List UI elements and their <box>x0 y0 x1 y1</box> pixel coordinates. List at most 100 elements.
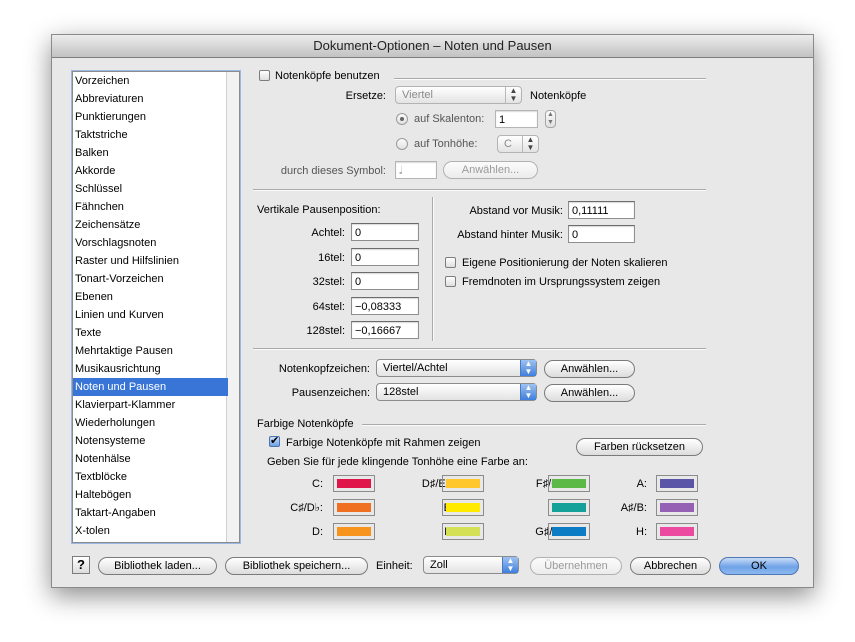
sidebar-item[interactable]: Akkorde <box>73 162 228 180</box>
sidebar-item[interactable]: Balken <box>73 144 228 162</box>
sidebar-item[interactable]: Tonart-Vorzeichen <box>73 270 228 288</box>
own-position-label: Eigene Positionierung der Noten skaliere… <box>462 257 668 269</box>
color-swatch-fill <box>337 503 371 512</box>
rest-row-field[interactable]: −0,08333 <box>351 296 419 315</box>
space-after-field[interactable]: 0 <box>568 225 635 243</box>
sidebar-item[interactable]: Mehrtaktige Pausen <box>73 342 228 360</box>
notehead-choose-button[interactable]: Anwählen... <box>544 360 635 378</box>
use-noteheads-label: Notenköpfe benutzen <box>275 70 380 82</box>
radio-dot-icon <box>400 117 404 121</box>
color-swatch[interactable] <box>656 475 698 492</box>
rest-char-label: Pausenzeichen: <box>291 387 370 399</box>
ok-button[interactable]: OK <box>719 557 799 575</box>
color-swatch[interactable] <box>442 523 484 540</box>
unit-popup[interactable]: Zoll ▲ ▼ <box>423 556 519 574</box>
vertical-divider <box>432 197 434 341</box>
rest-row-field[interactable]: −0,16667 <box>351 321 419 339</box>
sidebar-item[interactable]: Haltebögen <box>73 486 228 504</box>
color-swatch[interactable] <box>548 523 590 540</box>
sidebar-item[interactable]: Fähnchen <box>73 198 228 216</box>
window-title: Dokument-Optionen – Noten und Pausen <box>52 35 813 58</box>
apply-button[interactable]: Übernehmen <box>530 557 622 575</box>
pitch-popup[interactable]: C ▲ ▼ <box>497 135 539 153</box>
sidebar-item[interactable]: Vorschlagsnoten <box>73 234 228 252</box>
color-swatch-fill <box>446 503 480 512</box>
rest-row-field[interactable]: 0 <box>351 247 419 266</box>
sidebar-item[interactable]: Texte <box>73 324 228 342</box>
notehead-char-popup[interactable]: Viertel/Achtel ▲ ▼ <box>376 359 537 377</box>
sidebar-item[interactable]: Textblöcke <box>73 468 228 486</box>
replace-popup[interactable]: Viertel ▲ ▼ <box>395 86 522 104</box>
color-swatch[interactable] <box>656 523 698 540</box>
popup-arrows-icon: ▲ ▼ <box>505 87 521 103</box>
color-swatch-label: A♯/B: <box>620 502 647 514</box>
color-swatch[interactable] <box>333 523 375 540</box>
replace-value: Viertel <box>402 89 433 101</box>
rest-row-field[interactable]: 0 <box>351 272 419 290</box>
color-swatch-fill <box>660 503 694 512</box>
sidebar-item[interactable]: Notenhälse <box>73 450 228 468</box>
category-list[interactable]: Vorzeichen Abbreviaturen Punktierungen Takt… <box>72 71 240 543</box>
sidebar-item[interactable]: Raster und Hilfslinien <box>73 252 228 270</box>
pitch-radio[interactable] <box>396 138 408 150</box>
sidebar-item[interactable]: Linien und Kurven <box>73 306 228 324</box>
symbol-choose-button[interactable]: Anwählen... <box>443 161 538 179</box>
sidebar-item[interactable]: Noten und Pausen <box>73 378 228 396</box>
rest-choose-button[interactable]: Anwählen... <box>544 384 635 402</box>
sidebar-item[interactable]: Zeichensätze <box>73 216 228 234</box>
color-swatch[interactable] <box>333 499 375 516</box>
load-library-button[interactable]: Bibliothek laden... <box>98 557 217 575</box>
save-library-button[interactable]: Bibliothek speichern... <box>225 557 368 575</box>
color-swatch[interactable] <box>333 475 375 492</box>
sidebar-item[interactable]: Punktierungen <box>73 108 228 126</box>
use-noteheads-checkbox[interactable] <box>259 70 270 81</box>
scale-stepper[interactable]: ▲ ▼ <box>545 110 556 128</box>
rest-char-popup[interactable]: 128stel ▲ ▼ <box>376 383 537 401</box>
color-swatch-fill <box>552 479 586 488</box>
replace-suffix: Notenköpfe <box>530 90 587 102</box>
scale-field[interactable]: 1 <box>495 110 538 128</box>
scale-radio[interactable] <box>396 113 408 125</box>
space-before-label: Abstand vor Musik: <box>469 205 563 217</box>
space-after-label: Abstand hinter Musik: <box>457 229 563 241</box>
foreign-notes-checkbox[interactable] <box>445 276 456 287</box>
sidebar-item[interactable]: Abbreviaturen <box>73 90 228 108</box>
sidebar-item[interactable]: Klavierpart-Klammer <box>73 396 228 414</box>
rest-char-value: 128stel <box>383 386 419 398</box>
rest-row-label: Achtel: <box>311 227 345 239</box>
help-button[interactable]: ? <box>72 556 90 574</box>
section-divider <box>394 78 706 80</box>
sidebar-item[interactable]: Schlüssel <box>73 180 228 198</box>
color-swatch[interactable] <box>656 499 698 516</box>
foreign-notes-label: Fremdnoten im Ursprungssystem zeigen <box>462 276 661 288</box>
colored-section-label: Farbige Notenköpfe <box>257 418 354 430</box>
sidebar-item[interactable]: Taktart-Angaben <box>73 504 228 522</box>
color-swatch[interactable] <box>548 475 590 492</box>
sidebar-item[interactable]: Ebenen <box>73 288 228 306</box>
popup-arrows-icon: ▲ ▼ <box>522 136 538 152</box>
color-swatch-label: D: <box>312 526 323 538</box>
notehead-char-value: Viertel/Achtel <box>383 362 448 374</box>
symbol-label: durch dieses Symbol: <box>280 165 386 177</box>
reset-colors-button[interactable]: Farben rücksetzen <box>576 438 703 456</box>
sidebar-item[interactable]: Musikausrichtung <box>73 360 228 378</box>
sidebar-item[interactable]: Vorzeichen <box>73 72 228 90</box>
color-swatch-fill <box>552 527 586 536</box>
frame-checkbox[interactable]: ✔ <box>269 436 280 447</box>
frame-label: Farbige Notenköpfe mit Rahmen zeigen <box>286 437 481 449</box>
sidebar-item[interactable]: Taktstriche <box>73 126 228 144</box>
symbol-field[interactable]: 𝅗𝅥 <box>395 161 437 179</box>
sidebar-item[interactable]: Wiederholungen <box>73 414 228 432</box>
rest-row-field[interactable]: 0 <box>351 223 419 241</box>
space-before-field[interactable]: 0,11111 <box>568 201 635 219</box>
color-swatch[interactable] <box>548 499 590 516</box>
cancel-button[interactable]: Abbrechen <box>630 557 711 575</box>
color-swatch[interactable] <box>442 499 484 516</box>
sidebar-item[interactable]: Notensysteme <box>73 432 228 450</box>
own-position-checkbox[interactable] <box>445 257 456 268</box>
color-swatch-fill <box>552 503 586 512</box>
color-swatch[interactable] <box>442 475 484 492</box>
sidebar-item[interactable]: X-tolen <box>73 522 228 540</box>
pitch-value: C <box>504 138 512 150</box>
color-swatch-fill <box>446 479 480 488</box>
